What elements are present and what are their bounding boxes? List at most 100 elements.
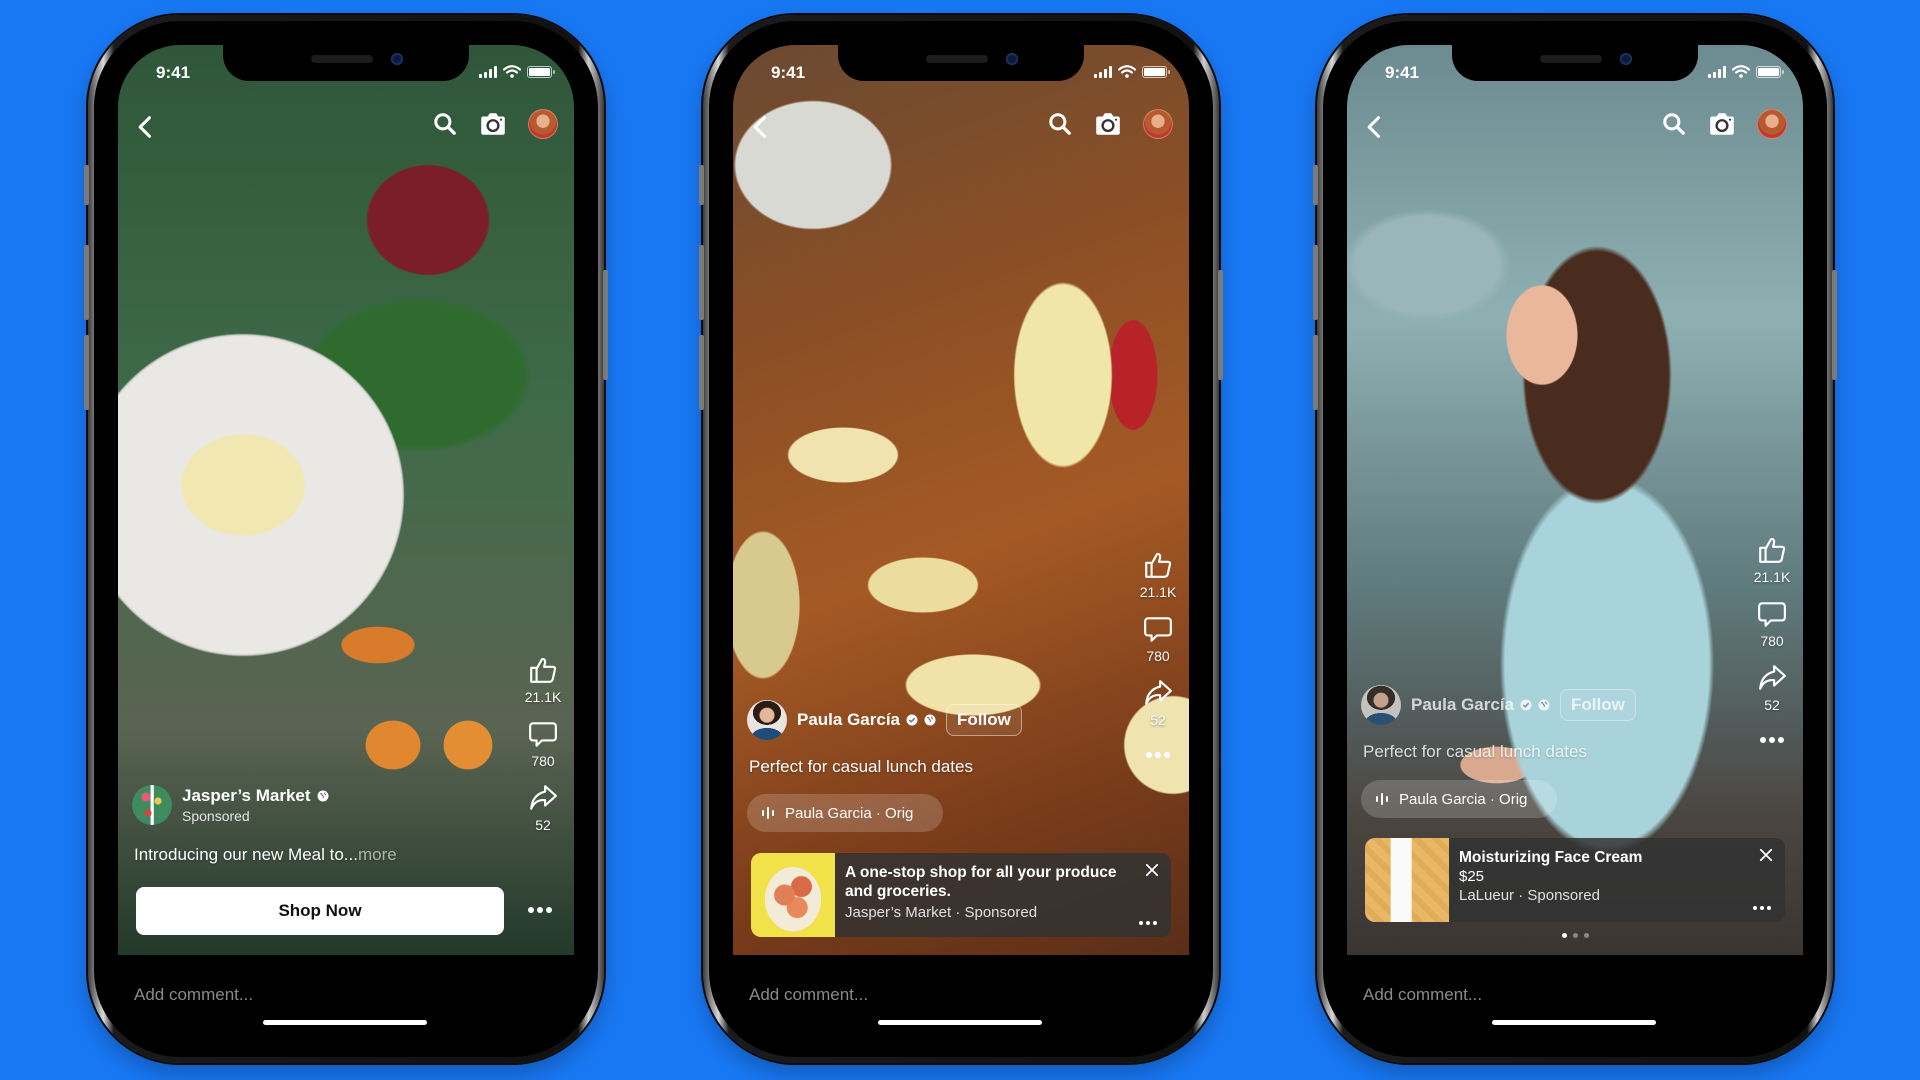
comment-bubble-icon [1757,599,1787,629]
like-action[interactable]: 21.1K [1753,535,1791,585]
audio-attribution-pill[interactable]: Paula Garcia · Orig [1361,780,1557,818]
more-options-icon[interactable] [1146,752,1170,758]
share-action[interactable]: 52 [528,783,558,833]
battery-icon [1142,65,1170,78]
carousel-pager[interactable] [1347,933,1803,938]
screen: 9:41 21.1K [733,45,1189,1033]
power-button [1832,270,1837,380]
more-options-icon[interactable] [1760,737,1784,743]
like-count: 21.1K [1139,584,1177,600]
like-count: 21.1K [1753,569,1791,585]
follow-button[interactable]: Follow [946,704,1022,736]
reel-video-apples[interactable]: 9:41 21.1K 780 52 Paula García Follow Pe… [733,45,1189,955]
comment-action[interactable]: 780 [1143,614,1173,664]
audio-label: Paula Garcia · Orig [1399,790,1528,808]
see-more-link[interactable]: more [358,845,397,864]
reels-topbar [118,107,574,147]
creator-info[interactable]: Paula García Follow [1361,685,1636,725]
creator-avatar[interactable] [132,785,172,825]
like-action[interactable]: 21.1K [1139,550,1177,600]
cellular-signal-icon [1094,65,1112,78]
search-icon[interactable] [1047,111,1073,137]
profile-avatar[interactable] [1757,109,1787,139]
share-arrow-icon [1757,663,1787,693]
carousel-dot[interactable] [1561,933,1567,938]
status-icons [1708,65,1784,78]
close-icon[interactable] [1145,863,1159,877]
thumbs-up-icon [1143,550,1173,580]
volume-down-button [1313,335,1318,410]
comment-action[interactable]: 780 [528,719,558,769]
back-chevron-icon[interactable] [132,113,160,141]
reel-caption[interactable]: Introducing our new Meal to...more [134,845,397,865]
reel-actions: 21.1K 780 52 [1747,535,1797,743]
back-chevron-icon[interactable] [1361,113,1389,141]
home-indicator[interactable] [878,1020,1042,1025]
caption-text: Introducing our new Meal to... [134,845,358,864]
status-time: 9:41 [1385,63,1420,82]
battery-icon [527,65,555,78]
reels-topbar [733,107,1189,147]
share-count: 52 [1764,697,1780,713]
sponsored-ad-card[interactable]: A one-stop shop for all your produce and… [751,853,1171,937]
more-options-icon[interactable] [528,907,552,913]
carousel-dot[interactable] [1572,933,1578,938]
phone-frame-2: 9:41 21.1K 780 52 Paula García Follow Pe… [699,15,1223,1063]
profile-avatar[interactable] [1143,109,1173,139]
creator-name[interactable]: Paula García [1411,695,1514,715]
shop-now-button[interactable]: Shop Now [136,887,504,935]
audio-waveform-icon [761,806,775,820]
reel-caption[interactable]: Perfect for casual lunch dates [1363,742,1587,762]
status-time: 9:41 [771,63,806,82]
reel-caption[interactable]: Perfect for casual lunch dates [749,757,973,777]
ad-meta: LaLueur · Sponsored [1459,887,1600,904]
back-chevron-icon[interactable] [747,113,775,141]
screen: 9:41 21.1K [118,45,574,1033]
share-action[interactable]: 52 [1143,678,1173,728]
creator-avatar[interactable] [1361,685,1401,725]
ad-more-options-icon[interactable] [1753,906,1771,910]
ad-more-options-icon[interactable] [1139,921,1157,925]
camera-icon[interactable] [1707,111,1737,137]
globe-icon [924,714,936,726]
home-indicator[interactable] [263,1020,427,1025]
status-icons [1094,65,1170,78]
close-icon[interactable] [1759,848,1773,862]
carousel-dot[interactable] [1583,933,1589,938]
follow-button[interactable]: Follow [1560,689,1636,721]
add-comment-input[interactable]: Add comment... [134,985,253,1005]
search-icon[interactable] [432,111,458,137]
audio-attribution-pill[interactable]: Paula Garcia · Orig [747,794,943,832]
creator-info[interactable]: Jasper’s Market Sponsored [132,785,329,825]
status-icons [479,65,555,78]
product-ad-card[interactable]: Moisturizing Face Cream $25 LaLueur · Sp… [1365,838,1785,922]
comment-action[interactable]: 780 [1757,599,1787,649]
camera-icon[interactable] [478,111,508,137]
add-comment-input[interactable]: Add comment... [749,985,868,1005]
phone-frame-3: 9:41 21.1K 780 52 Paula García Follow Pe… [1313,15,1837,1063]
share-count: 52 [1150,712,1166,728]
volume-down-button [84,335,89,410]
creator-name[interactable]: Paula García [797,710,900,730]
share-action[interactable]: 52 [1757,663,1787,713]
creator-avatar[interactable] [747,700,787,740]
share-count: 52 [535,817,551,833]
search-icon[interactable] [1661,111,1687,137]
like-action[interactable]: 21.1K [525,655,561,705]
cellular-signal-icon [479,65,497,78]
ad-thumbnail-produce-bag [751,853,835,937]
comment-count: 780 [1146,648,1170,664]
audio-waveform-icon [1375,792,1389,806]
creator-name[interactable]: Jasper’s Market [182,786,311,806]
add-comment-input[interactable]: Add comment... [1363,985,1482,1005]
reel-video-pasta[interactable]: 9:41 21.1K 780 52 Jasper’s Market Sponso… [118,45,574,955]
globe-icon [1538,699,1550,711]
share-arrow-icon [528,783,558,813]
comment-count: 780 [531,753,555,769]
reel-video-woman[interactable]: 9:41 21.1K 780 52 Paula García Follow Pe… [1347,45,1803,955]
volume-up-button [84,245,89,320]
camera-icon[interactable] [1093,111,1123,137]
creator-info[interactable]: Paula García Follow [747,700,1022,740]
home-indicator[interactable] [1492,1020,1656,1025]
profile-avatar[interactable] [528,109,558,139]
